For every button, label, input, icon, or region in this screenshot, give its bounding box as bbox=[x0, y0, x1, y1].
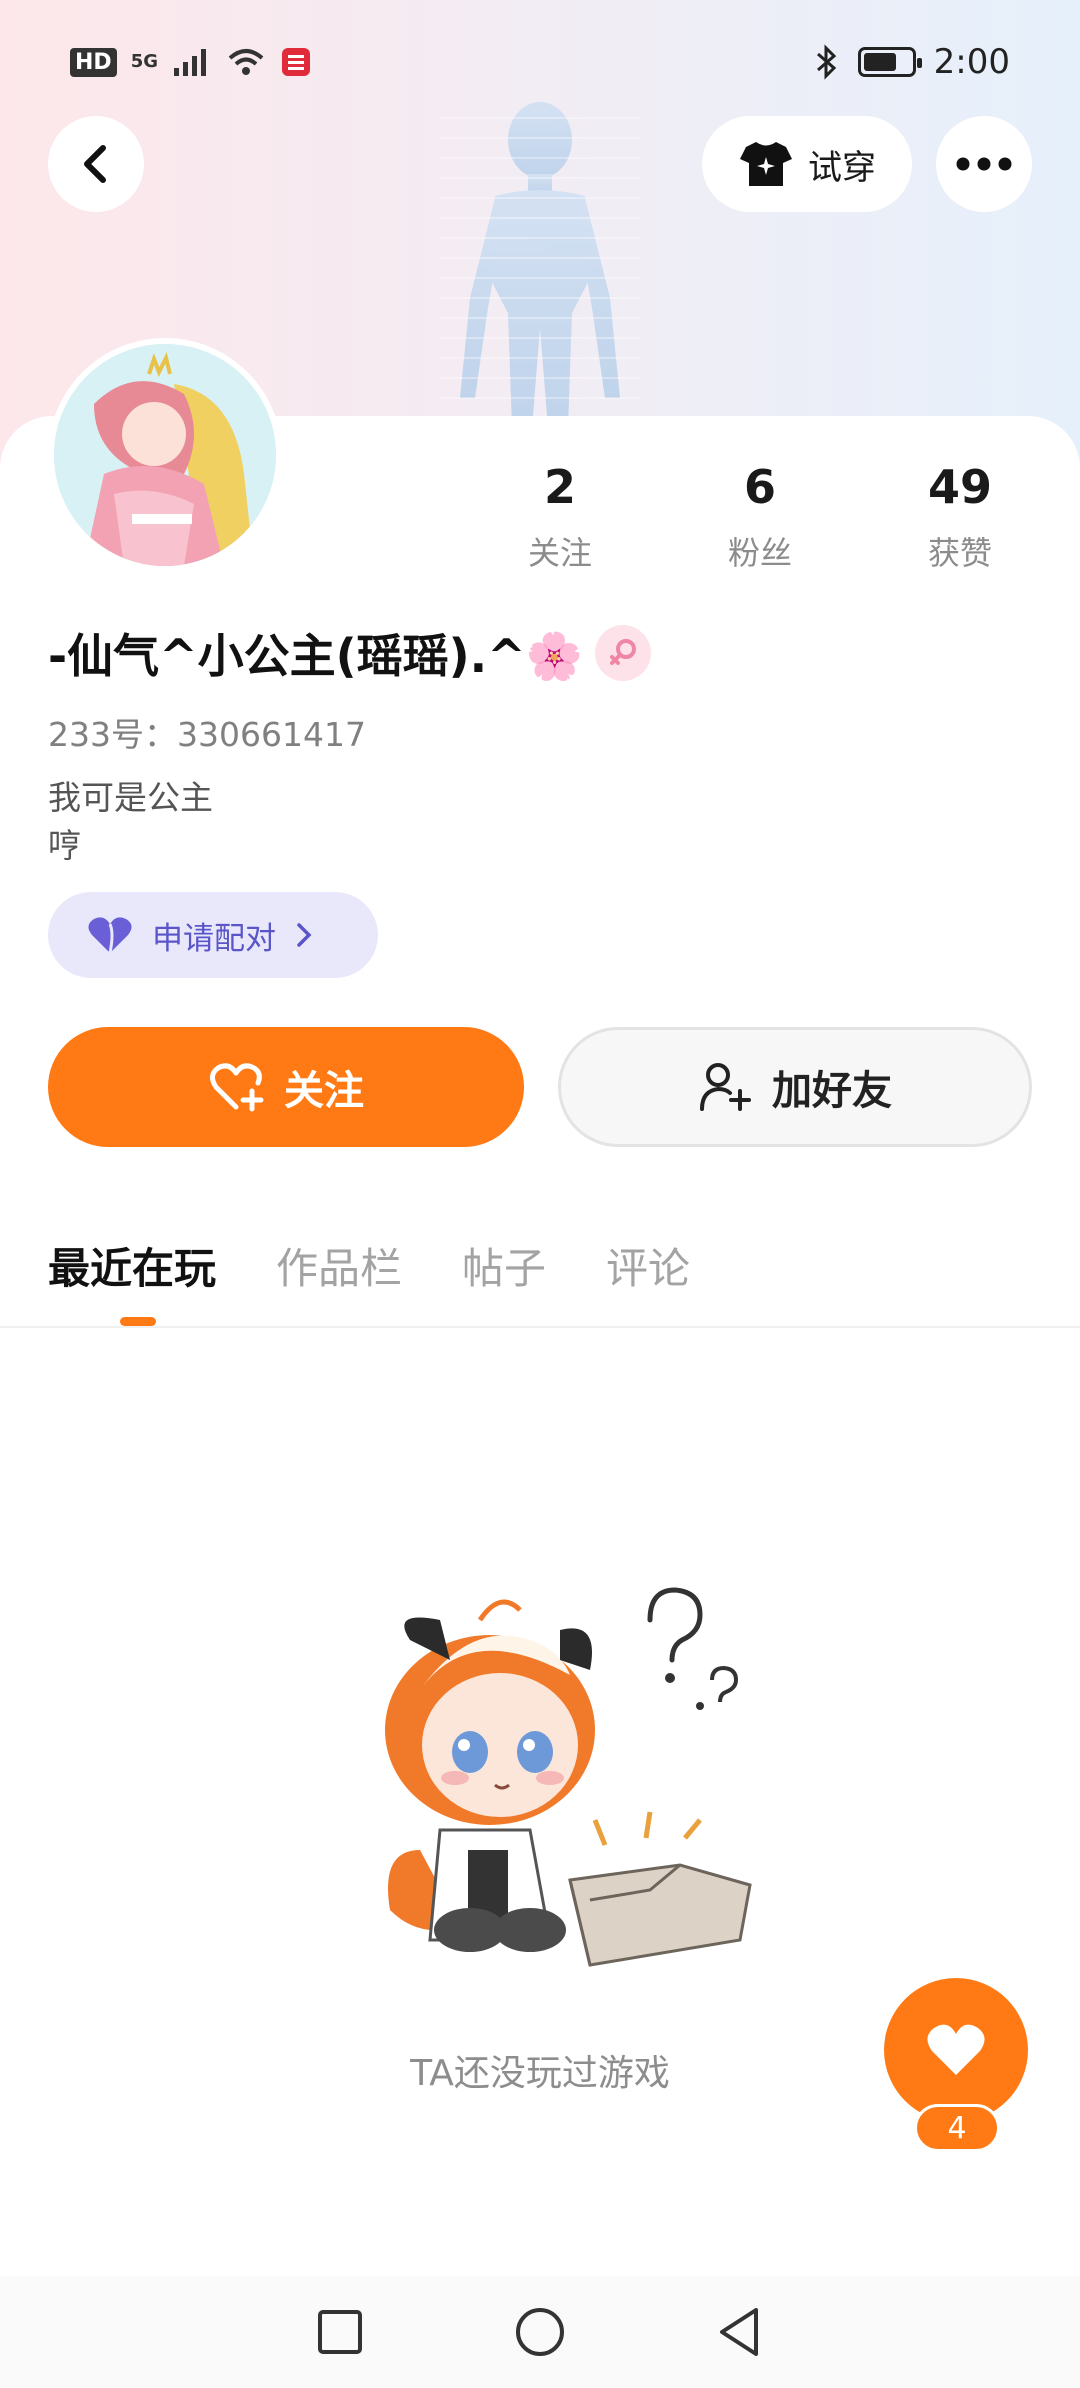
app-notification-icon bbox=[282, 48, 310, 76]
stat-following-count: 2 bbox=[543, 460, 576, 514]
status-bar: HD 5G 2:00 bbox=[0, 0, 1080, 120]
battery-icon bbox=[857, 47, 922, 77]
stat-followers[interactable]: 6 粉丝 bbox=[690, 460, 830, 574]
tab-divider bbox=[0, 1326, 1080, 1328]
heart-plus-icon bbox=[210, 1063, 264, 1112]
avatar-3d-figure bbox=[440, 102, 640, 428]
follow-button[interactable]: 关注 bbox=[48, 1027, 524, 1147]
like-count-badge: 4 bbox=[914, 2104, 1000, 2152]
back-arrow-icon bbox=[84, 145, 106, 183]
stat-followers-label: 粉丝 bbox=[727, 534, 792, 572]
hd-indicator: HD bbox=[70, 47, 117, 77]
bluetooth-icon bbox=[816, 44, 836, 80]
status-bar-right: 2:00 bbox=[814, 42, 1010, 82]
back-button[interactable] bbox=[48, 116, 144, 212]
signal-icon bbox=[174, 49, 206, 76]
empty-state-illustration bbox=[385, 1587, 752, 1967]
profile-stats: 2 关注 6 粉丝 49 获赞 bbox=[490, 460, 1030, 574]
avatar-image bbox=[54, 344, 276, 566]
bio-line-1: 我可是公主 bbox=[48, 778, 213, 817]
like-button[interactable] bbox=[884, 1978, 1028, 2122]
tab-recently-played[interactable]: 最近在玩 bbox=[48, 1235, 216, 1296]
request-pair-button[interactable]: 申请配对 bbox=[48, 892, 378, 978]
user-id: 233号：330661417 bbox=[48, 715, 366, 754]
stat-likes-count: 49 bbox=[927, 460, 992, 514]
female-gender-icon bbox=[594, 625, 651, 681]
network-type: 5G bbox=[130, 51, 158, 72]
profile-screen: HD 5G 2:00 试穿 2 关注 6 粉丝 49 获赞 -仙气^小公主(瑶瑶… bbox=[0, 0, 1080, 2388]
wifi-icon bbox=[228, 49, 264, 75]
request-pair-label: 申请配对 bbox=[152, 920, 276, 957]
back-nav-icon[interactable] bbox=[716, 2306, 764, 2358]
stat-following[interactable]: 2 关注 bbox=[490, 460, 630, 574]
recent-apps-icon[interactable] bbox=[316, 2308, 364, 2356]
profile-tabs: 最近在玩 作品栏 帖子 评论 bbox=[48, 1235, 690, 1326]
avatar[interactable] bbox=[48, 338, 282, 572]
tab-comments[interactable]: 评论 bbox=[606, 1235, 690, 1296]
try-on-button[interactable]: 试穿 bbox=[702, 116, 912, 212]
add-friend-label: 加好友 bbox=[772, 1068, 892, 1114]
tab-posts[interactable]: 帖子 bbox=[462, 1235, 546, 1296]
stat-likes[interactable]: 49 获赞 bbox=[890, 460, 1030, 574]
tab-active-indicator bbox=[120, 1317, 156, 1326]
more-options-button[interactable] bbox=[936, 116, 1032, 212]
bio: 我可是公主 哼 bbox=[48, 774, 213, 870]
stat-likes-label: 获赞 bbox=[927, 534, 992, 572]
tshirt-icon bbox=[740, 142, 792, 186]
add-friend-button[interactable]: 加好友 bbox=[558, 1027, 1032, 1147]
add-user-icon bbox=[700, 1063, 751, 1111]
nickname: -仙气^小公主(瑶瑶).^🌸 bbox=[48, 629, 583, 683]
follow-label: 关注 bbox=[284, 1068, 364, 1114]
heart-icon bbox=[927, 2024, 985, 2075]
bio-line-2: 哼 bbox=[48, 826, 81, 865]
status-bar-left: HD 5G bbox=[70, 46, 312, 78]
stat-following-label: 关注 bbox=[527, 534, 592, 572]
status-time: 2:00 bbox=[933, 42, 1010, 82]
more-dots-icon bbox=[956, 157, 1012, 171]
try-on-label: 试穿 bbox=[808, 147, 876, 188]
stat-followers-count: 6 bbox=[743, 460, 776, 514]
tab-works[interactable]: 作品栏 bbox=[276, 1235, 402, 1296]
system-navigation-bar bbox=[0, 2276, 1080, 2388]
chevron-right-icon bbox=[297, 923, 312, 947]
home-icon[interactable] bbox=[514, 2306, 566, 2358]
heart-pair-icon bbox=[88, 917, 132, 954]
nickname-row: -仙气^小公主(瑶瑶).^🌸 bbox=[48, 620, 651, 686]
